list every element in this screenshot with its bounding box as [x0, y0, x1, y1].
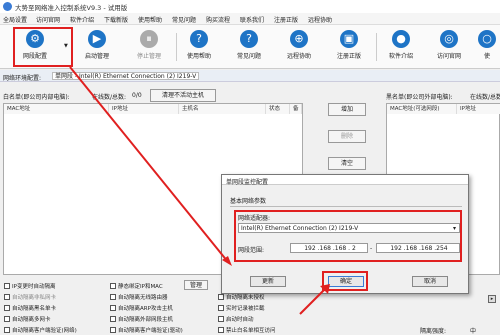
- annotation-arrows: [69, 66, 330, 315]
- arrow-line-to-dialog: [69, 66, 229, 263]
- arrow-line-to-ok: [299, 287, 327, 315]
